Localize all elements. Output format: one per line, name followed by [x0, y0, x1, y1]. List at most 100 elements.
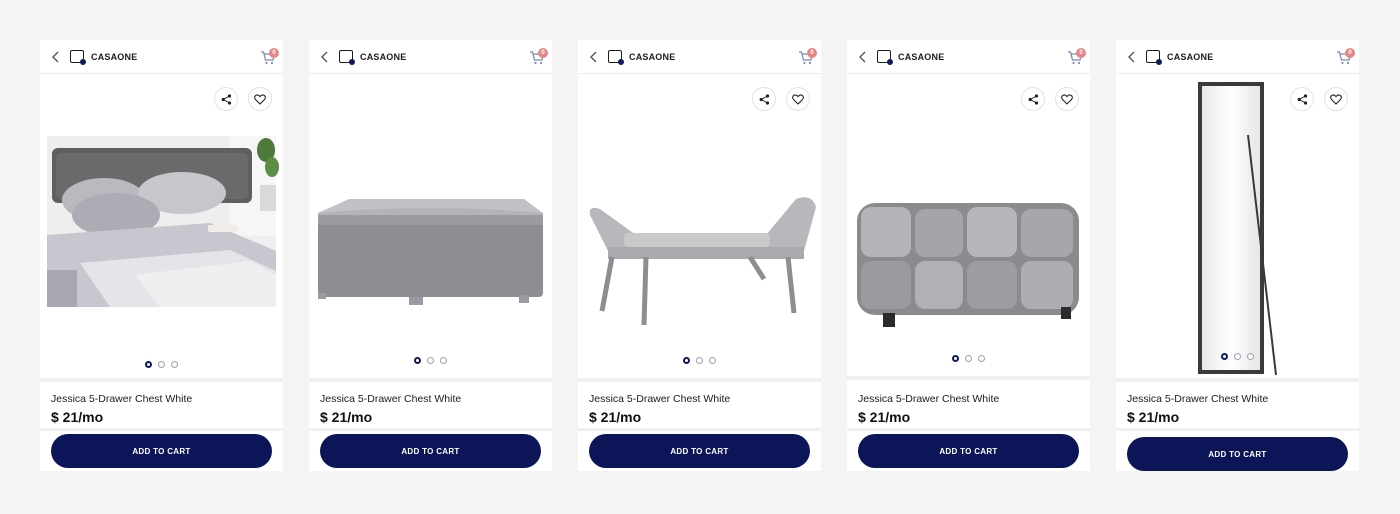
section-divider [847, 428, 1090, 431]
product-price: $ 21/mo [320, 409, 373, 425]
product-image-carousel[interactable] [847, 75, 1090, 378]
favorite-button[interactable] [1324, 87, 1348, 111]
heart-icon [1330, 93, 1342, 105]
carousel-dots [40, 361, 283, 368]
cart-count-badge: 0 [269, 48, 279, 58]
favorite-button[interactable] [786, 87, 810, 111]
product-image-carousel[interactable] [578, 75, 821, 378]
product-screen: CASAONE 0 Jessica 5-Drawer Chest White $… [1116, 40, 1359, 471]
app-header: CASAONE 0 [1116, 40, 1359, 74]
carousel-dot[interactable] [952, 355, 959, 362]
cart-count-badge: 0 [807, 48, 817, 58]
heart-icon [1061, 93, 1073, 105]
product-screen: CASAONE 0 Jessica 5-Drawer Chest White $… [578, 40, 821, 471]
section-divider [309, 428, 552, 431]
heart-icon [254, 93, 266, 105]
share-icon [221, 93, 231, 105]
app-header: CASAONE 0 [309, 40, 552, 74]
app-header: CASAONE 0 [847, 40, 1090, 74]
carousel-dots [309, 357, 552, 364]
add-to-cart-button[interactable]: ADD TO CART [589, 434, 810, 468]
carousel-dot[interactable] [1234, 353, 1241, 360]
add-to-cart-button[interactable]: ADD TO CART [320, 434, 541, 468]
cart-count-badge: 0 [1345, 48, 1355, 58]
standing-floor-mirror-image [1198, 82, 1277, 376]
product-image-carousel[interactable] [40, 75, 283, 378]
casaone-logo-icon [339, 50, 355, 65]
product-title: Jessica 5-Drawer Chest White [51, 393, 193, 405]
section-divider [578, 378, 821, 382]
bed-with-grey-linens-image [47, 136, 279, 307]
section-divider [40, 428, 283, 431]
casaone-logo-icon [1146, 50, 1162, 65]
product-title: Jessica 5-Drawer Chest White [589, 393, 731, 405]
carousel-dot[interactable] [145, 361, 152, 368]
cart-count-badge: 0 [1076, 48, 1086, 58]
carousel-dots [847, 355, 1090, 362]
carousel-dot[interactable] [696, 357, 703, 364]
share-icon [759, 93, 769, 105]
favorite-button[interactable] [248, 87, 272, 111]
section-divider [847, 376, 1090, 380]
section-divider [578, 428, 821, 431]
favorite-button[interactable] [1055, 87, 1079, 111]
brand-name: CASAONE [1167, 51, 1214, 62]
product-price: $ 21/mo [1127, 409, 1180, 425]
woven-velvet-ottoman-image [857, 203, 1079, 327]
carousel-dot[interactable] [414, 357, 421, 364]
grey-tufted-bench-image [589, 197, 816, 326]
add-to-cart-button[interactable]: ADD TO CART [1127, 437, 1348, 471]
carousel-dot[interactable] [440, 357, 447, 364]
add-to-cart-button[interactable]: ADD TO CART [858, 434, 1079, 468]
grey-square-ottoman-image [318, 199, 543, 305]
carousel-dot[interactable] [978, 355, 985, 362]
section-divider [1116, 428, 1359, 431]
carousel-dots [578, 357, 821, 364]
product-title: Jessica 5-Drawer Chest White [320, 393, 462, 405]
share-button[interactable] [214, 87, 238, 111]
casaone-logo-icon [877, 50, 893, 65]
chevron-left-icon[interactable] [317, 50, 331, 64]
product-title: Jessica 5-Drawer Chest White [1127, 393, 1269, 405]
section-divider [1116, 378, 1359, 382]
carousel-dots [1116, 353, 1359, 360]
app-header: CASAONE 0 [40, 40, 283, 74]
carousel-dot[interactable] [1247, 353, 1254, 360]
product-image-carousel[interactable] [1116, 75, 1359, 378]
brand-name: CASAONE [360, 51, 407, 62]
product-image-carousel[interactable] [309, 75, 552, 378]
section-divider [40, 378, 283, 382]
share-icon [1297, 93, 1307, 105]
chevron-left-icon[interactable] [586, 50, 600, 64]
heart-icon [792, 93, 804, 105]
carousel-dot[interactable] [158, 361, 165, 368]
share-button[interactable] [1290, 87, 1314, 111]
product-screen: CASAONE 0 Jessica 5-Drawer Chest White $… [309, 40, 552, 471]
share-button[interactable] [1021, 87, 1045, 111]
add-to-cart-button[interactable]: ADD TO CART [51, 434, 272, 468]
carousel-dot[interactable] [683, 357, 690, 364]
chevron-left-icon[interactable] [855, 50, 869, 64]
carousel-dot[interactable] [709, 357, 716, 364]
casaone-logo-icon [70, 50, 86, 65]
casaone-logo-icon [608, 50, 624, 65]
brand-name: CASAONE [898, 51, 945, 62]
product-price: $ 21/mo [858, 409, 911, 425]
share-icon [1028, 93, 1038, 105]
product-screen: CASAONE 0 Jessica 5-Drawer Chest White $… [847, 40, 1090, 471]
share-button[interactable] [752, 87, 776, 111]
carousel-dot[interactable] [965, 355, 972, 362]
brand-name: CASAONE [91, 51, 138, 62]
chevron-left-icon[interactable] [48, 50, 62, 64]
brand-name: CASAONE [629, 51, 676, 62]
product-price: $ 21/mo [51, 409, 104, 425]
app-header: CASAONE 0 [578, 40, 821, 74]
cart-count-badge: 0 [538, 48, 548, 58]
chevron-left-icon[interactable] [1124, 50, 1138, 64]
carousel-dot[interactable] [171, 361, 178, 368]
product-screen: CASAONE 0 Jessica 5-Drawer Chest White $… [40, 40, 283, 471]
product-price: $ 21/mo [589, 409, 642, 425]
product-title: Jessica 5-Drawer Chest White [858, 393, 1000, 405]
carousel-dot[interactable] [1221, 353, 1228, 360]
carousel-dot[interactable] [427, 357, 434, 364]
